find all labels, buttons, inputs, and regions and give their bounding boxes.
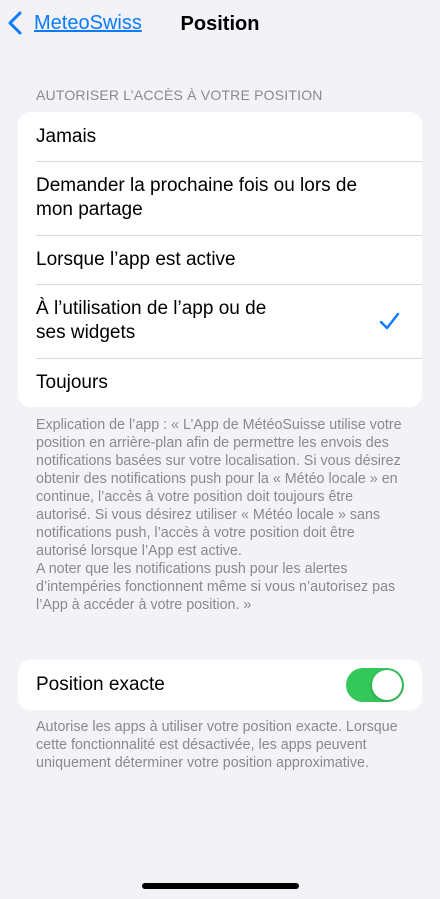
- location-access-options: Jamais Demander la prochaine fois ou lor…: [18, 112, 422, 407]
- precise-location-toggle[interactable]: [346, 668, 404, 702]
- app-explanation: Explication de l’app : « L’App de MétéoS…: [36, 416, 406, 614]
- toggle-knob: [372, 670, 402, 700]
- precise-location-footer: Autorise les apps à utiliser votre posit…: [36, 719, 398, 771]
- option-label: À l’utilisation de l’app ou de ses widge…: [36, 298, 267, 343]
- option-while-using-app[interactable]: Lorsque l’app est active: [18, 235, 422, 284]
- page-title: Position: [180, 13, 260, 35]
- precise-location-group: Position exacte: [18, 660, 422, 710]
- option-app-or-widgets[interactable]: À l’utilisation de l’app ou de ses widge…: [18, 284, 422, 358]
- precise-location-row: Position exacte: [18, 660, 422, 710]
- navigation-bar: MeteoSwiss Position: [0, 0, 440, 50]
- app-explanation-paragraph: Explication de l’app : « L’App de MétéoS…: [36, 417, 402, 559]
- option-label: Jamais: [36, 125, 97, 147]
- option-label: Toujours: [36, 371, 108, 393]
- checkmark-icon: [378, 310, 400, 332]
- option-ask-next-time[interactable]: Demander la prochaine fois ou lors de mo…: [18, 161, 422, 235]
- app-explanation-paragraph: A noter que les notifications push pour …: [36, 561, 396, 613]
- home-indicator: [142, 883, 299, 889]
- option-label: Demander la prochaine fois ou lors de mo…: [36, 175, 358, 220]
- option-never[interactable]: Jamais: [18, 112, 422, 161]
- option-label: Lorsque l’app est active: [36, 248, 236, 270]
- precise-location-label: Position exacte: [36, 674, 165, 695]
- option-always[interactable]: Toujours: [18, 358, 422, 407]
- section-header: AUTORISER L’ACCÈS À VOTRE POSITION: [36, 87, 323, 103]
